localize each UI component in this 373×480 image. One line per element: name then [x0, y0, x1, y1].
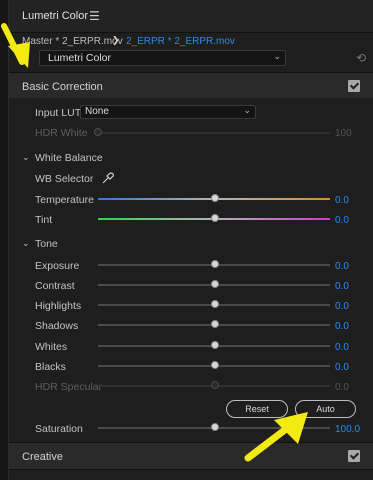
chevron-down-icon[interactable]: ⌄	[22, 238, 30, 249]
effect-dropdown-value: Lumetri Color	[48, 52, 112, 64]
hdr-white-value: 100	[335, 128, 352, 139]
input-lut-label: Input LUT	[35, 107, 82, 119]
exposure-knob[interactable]	[211, 260, 219, 268]
saturation-value[interactable]: 100.0	[335, 424, 360, 435]
highlights-label: Highlights	[35, 300, 82, 312]
creative-checkbox[interactable]	[348, 450, 360, 462]
chevron-down-icon: ⌄	[273, 51, 281, 61]
hdr-specular-label: HDR Specular	[35, 381, 103, 393]
highlights-value[interactable]: 0.0	[335, 301, 349, 312]
contrast-label: Contrast	[35, 280, 75, 292]
shadows-value[interactable]: 0.0	[335, 321, 349, 332]
chevron-down-icon: ⌄	[243, 105, 251, 115]
exposure-value[interactable]: 0.0	[335, 261, 349, 272]
hamburger-icon[interactable]: ☰	[89, 9, 100, 23]
contrast-value[interactable]: 0.0	[335, 281, 349, 292]
hdr-specular-value: 0.0	[335, 382, 349, 393]
hdr-specular-knob	[211, 381, 219, 389]
shadows-label: Shadows	[35, 320, 79, 332]
saturation-label: Saturation	[35, 423, 83, 435]
panel-title: Lumetri Color	[22, 10, 89, 22]
lumetri-panel: Lumetri Color ☰ Master * 2_ERPR.mov ❯ 2_…	[0, 0, 373, 480]
tint-value[interactable]: 0.0	[335, 215, 349, 226]
master-clip-link[interactable]: Master * 2_ERPR.mov	[22, 36, 123, 47]
hdr-white-track	[98, 132, 330, 134]
saturation-knob[interactable]	[211, 423, 219, 431]
reset-icon[interactable]: ⟲	[356, 51, 366, 65]
temperature-label: Temperature	[35, 194, 94, 206]
wb-selector-label: WB Selector	[35, 173, 94, 185]
annotation-arrow-icon	[1, 23, 30, 68]
annotation-arrow-icon	[244, 412, 308, 462]
tint-label: Tint	[35, 214, 53, 226]
hdr-white-label: HDR White	[35, 127, 88, 139]
effect-dropdown[interactable]: Lumetri Color ⌄	[39, 50, 286, 66]
exposure-label: Exposure	[35, 260, 80, 272]
whites-knob[interactable]	[211, 341, 219, 349]
basic-correction-checkbox[interactable]	[348, 80, 360, 92]
white-balance-title[interactable]: White Balance	[35, 152, 103, 164]
input-lut-value: None	[85, 106, 109, 117]
eyedropper-icon[interactable]	[101, 171, 115, 185]
blacks-knob[interactable]	[211, 361, 219, 369]
basic-correction-header[interactable]: Basic Correction	[9, 72, 373, 100]
shadows-knob[interactable]	[211, 320, 219, 328]
temperature-knob[interactable]	[211, 194, 219, 202]
effect-row: fx Lumetri Color ⌄ ⟲	[9, 49, 373, 69]
panel-header: Lumetri Color ☰	[9, 0, 373, 33]
tone-title[interactable]: Tone	[35, 238, 58, 250]
blacks-label: Blacks	[35, 361, 66, 373]
tint-knob[interactable]	[211, 214, 219, 222]
chevron-down-icon[interactable]: ❯	[112, 35, 120, 46]
contrast-knob[interactable]	[211, 280, 219, 288]
chevron-down-icon[interactable]: ⌄	[22, 152, 30, 163]
active-clip-link[interactable]: 2_ERPR * 2_ERPR.mov	[126, 36, 235, 47]
whites-value[interactable]: 0.0	[335, 342, 349, 353]
highlights-knob[interactable]	[211, 300, 219, 308]
section-title: Creative	[22, 451, 63, 463]
blacks-value[interactable]: 0.0	[335, 362, 349, 373]
temperature-value[interactable]: 0.0	[335, 195, 349, 206]
section-title: Basic Correction	[22, 81, 103, 93]
creative-header[interactable]: Creative	[9, 442, 373, 470]
whites-label: Whites	[35, 341, 68, 353]
hdr-white-knob	[94, 128, 102, 136]
input-lut-dropdown[interactable]: None ⌄	[80, 105, 256, 119]
